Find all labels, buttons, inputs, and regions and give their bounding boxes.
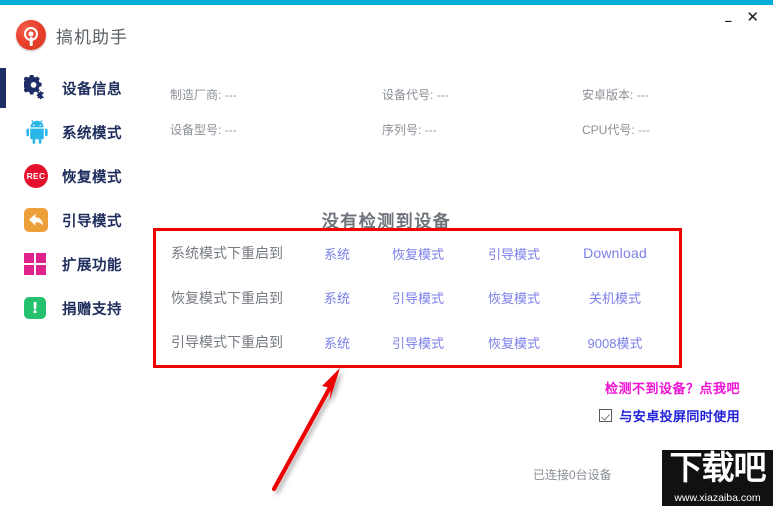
window-controls: – ✕ [683, 5, 773, 29]
action-system[interactable]: 系统 [306, 288, 368, 307]
field-value: --- [224, 123, 237, 137]
sidebar-item-label: 捐赠支持 [62, 301, 122, 318]
sidebar-item-label: 扩展功能 [62, 257, 122, 274]
row-label: 恢复模式下重启到 [171, 289, 283, 306]
sidebar: 设备信息 系统模式 REC 恢复模式 引导模式 扩展功能 ! 捐赠支持 [0, 66, 150, 426]
android-icon [24, 119, 50, 145]
field-value: --- [224, 88, 237, 102]
action-bootloader[interactable]: 引导模式 [468, 244, 560, 263]
app-window: – ✕ 搞机助手 设备信息 系统模式 REC 恢复模式 引导模式 扩展功能 ! … [0, 0, 773, 506]
device-info-model: 设备型号: --- [170, 121, 382, 138]
action-system[interactable]: 系统 [306, 333, 368, 352]
action-system[interactable]: 系统 [306, 244, 368, 263]
sidebar-item-device-info[interactable]: 设备信息 [0, 66, 150, 110]
field-label: 序列号: [382, 123, 422, 137]
action-bootloader[interactable]: 引导模式 [368, 288, 468, 307]
screen-mirror-label: 与安卓投屏同时使用 [619, 409, 740, 424]
action-9008[interactable]: 9008模式 [560, 333, 670, 352]
device-info-row: 设备型号: --- 序列号: --- CPU代号: --- [170, 121, 760, 138]
action-poweroff[interactable]: 关机模式 [560, 288, 670, 307]
cannot-detect-device-link[interactable]: 检测不到设备？点我吧 [605, 378, 740, 397]
field-label: 安卓版本: [582, 88, 634, 102]
sidebar-item-recovery-mode[interactable]: REC 恢复模式 [0, 154, 150, 198]
field-label: 制造厂商: [170, 88, 222, 102]
action-recovery-label: 恢复模式 [391, 246, 444, 262]
screen-mirror-checkbox[interactable] [599, 409, 613, 422]
sidebar-item-label: 设备信息 [62, 81, 122, 98]
device-info-panel: 制造厂商: --- 设备代号: --- 安卓版本: --- 设备型号: --- … [170, 86, 760, 156]
screen-mirror-option[interactable]: 与安卓投屏同时使用 [599, 406, 740, 425]
action-recovery[interactable]: 恢复模式 [468, 288, 560, 307]
row-label: 引导模式下重启到 [171, 334, 283, 351]
table-row: 引导模式下重启到 系统 引导模式 恢复模式 9008模式 [156, 320, 679, 365]
action-recovery-selected[interactable]: 恢复模式 [368, 244, 468, 263]
device-info-android-version: 安卓版本: --- [582, 86, 752, 103]
sidebar-item-label: 系统模式 [62, 125, 122, 142]
exclamation-icon: ! [24, 295, 50, 321]
site-watermark: 下载吧 www.xiazaiba.com [662, 450, 773, 506]
device-info-cpu: CPU代号: --- [582, 121, 752, 138]
app-brand: 搞机助手 [16, 20, 128, 50]
action-recovery[interactable]: 恢复模式 [468, 333, 560, 352]
sidebar-item-extensions[interactable]: 扩展功能 [0, 242, 150, 286]
rec-icon-text: REC [24, 164, 48, 188]
sidebar-item-label: 恢复模式 [62, 169, 122, 186]
gear-icon [24, 75, 50, 101]
row-label: 系统模式下重启到 [171, 245, 283, 262]
close-button[interactable]: ✕ [746, 9, 759, 25]
field-value: --- [638, 123, 651, 137]
rec-icon: REC [24, 163, 50, 189]
field-value: --- [636, 88, 649, 102]
field-label: CPU代号: [582, 123, 635, 137]
app-logo-icon [16, 20, 46, 50]
watermark-text: 下载吧 [669, 450, 767, 487]
sidebar-item-system-mode[interactable]: 系统模式 [0, 110, 150, 154]
minimize-button[interactable]: – [724, 13, 732, 29]
field-label: 设备代号: [382, 88, 434, 102]
device-info-serial: 序列号: --- [382, 121, 582, 138]
grid-icon [24, 251, 50, 277]
field-value: --- [436, 88, 449, 102]
action-bootloader[interactable]: 引导模式 [368, 333, 468, 352]
sidebar-item-donate[interactable]: ! 捐赠支持 [0, 286, 150, 330]
app-title: 搞机助手 [56, 27, 128, 47]
table-row: 恢复模式下重启到 系统 引导模式 恢复模式 关机模式 [156, 276, 679, 321]
device-info-device-code: 设备代号: --- [382, 86, 582, 103]
field-label: 设备型号: [170, 123, 222, 137]
action-download[interactable]: Download [560, 245, 670, 261]
table-row: 系统模式下重启到 系统 恢复模式 引导模式 Download [156, 231, 679, 276]
red-arrow-icon [271, 368, 340, 492]
status-bar-connected-count: 已连接0台设备 [533, 468, 612, 482]
watermark-url: www.xiazaiba.com [674, 492, 761, 504]
device-info-row: 制造厂商: --- 设备代号: --- 安卓版本: --- [170, 86, 760, 103]
field-value: --- [424, 123, 437, 137]
title-bar-accent [0, 0, 773, 5]
exclamation-icon-text: ! [24, 297, 46, 319]
device-info-manufacturer: 制造厂商: --- [170, 86, 382, 103]
reboot-action-table: 系统模式下重启到 系统 恢复模式 引导模式 Download 恢复模式下重启到 … [153, 228, 682, 368]
